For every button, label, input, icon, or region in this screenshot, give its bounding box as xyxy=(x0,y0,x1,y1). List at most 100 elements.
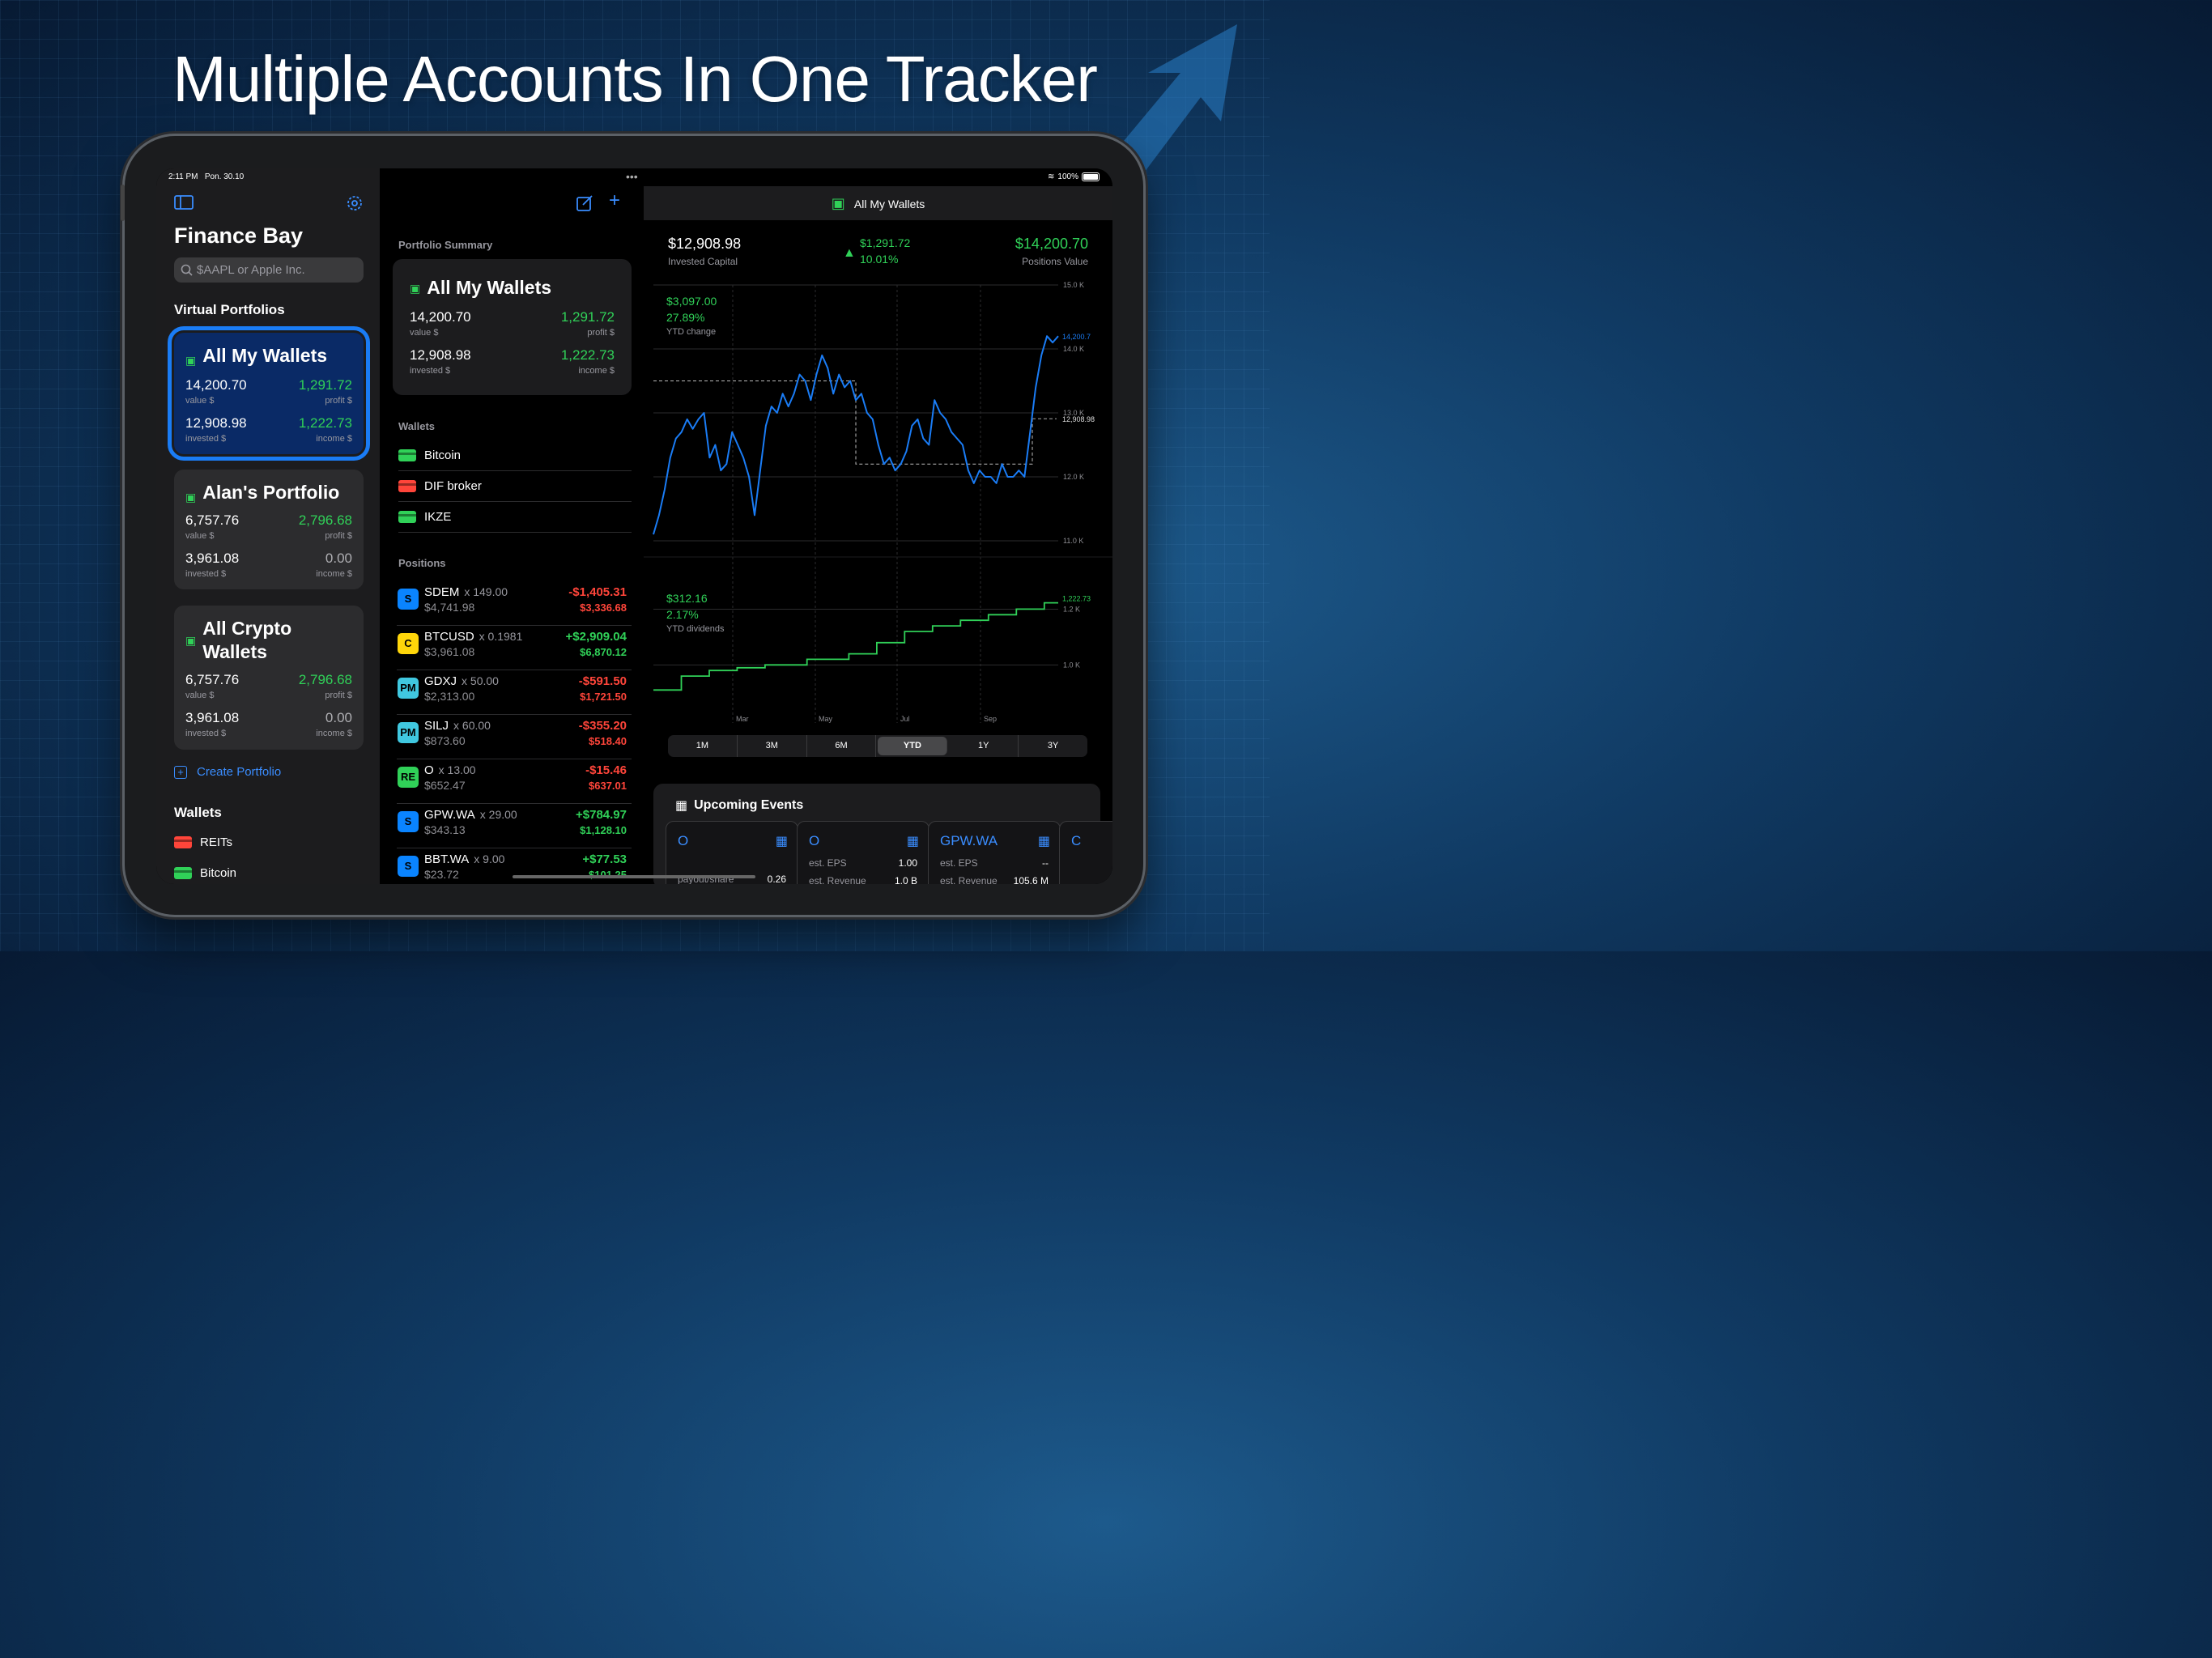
total-profit: $1,291.72 xyxy=(860,236,911,249)
portfolio-income-label: income $ xyxy=(316,434,352,444)
ipad-frame: 2:11 PM Pon. 30.10 ••• ≋ 100% Finance Ba… xyxy=(121,136,1143,915)
position-row-silj[interactable]: PM SILJ x 60.00 $873.60 -$355.20 $518.40 xyxy=(397,715,632,759)
portfolio-value: 6,757.76 xyxy=(185,672,240,687)
positions-value: $14,200.70 xyxy=(1015,236,1088,252)
search-input[interactable]: $AAPL or Apple Inc. xyxy=(174,257,364,283)
credit-card-icon xyxy=(398,480,416,492)
calendar-add-icon[interactable]: ▦ xyxy=(776,833,788,849)
create-portfolio-button[interactable]: + Create Portfolio xyxy=(174,765,281,779)
wallet-row-dif-broker[interactable]: DIF broker xyxy=(398,471,632,502)
x-tick-label: Sep xyxy=(984,715,997,723)
portfolio-name: ▣ All My Wallets xyxy=(185,344,327,372)
position-symbol: SILJ x 60.00 xyxy=(424,719,491,733)
portfolio-summary-card[interactable]: ▣ All My Wallets 14,200.70 value $ 1,291.… xyxy=(393,259,632,395)
position-amount: $23.72 xyxy=(424,868,459,881)
portfolio-name: ▣ Alan's Portfolio xyxy=(185,481,339,509)
search-icon xyxy=(181,264,193,276)
position-amount: $343.13 xyxy=(424,823,466,836)
asset-type-badge: S xyxy=(398,856,419,877)
position-row-btcusd[interactable]: C BTCUSD x 0.1981 $3,961.08 +$2,909.04 $6,870… xyxy=(397,626,632,670)
position-row-o[interactable]: RE Ox 13.00 $652.47 -$15.46 $637.01 xyxy=(397,759,632,804)
screen: 2:11 PM Pon. 30.10 ••• ≋ 100% Finance Ba… xyxy=(156,168,1112,884)
portfolio-value-label: value $ xyxy=(185,691,215,700)
asset-type-badge: PM xyxy=(398,678,419,699)
position-amount: $2,313.00 xyxy=(424,690,475,703)
portfolio-card-all-my-wallets[interactable]: ▣ All My Wallets 14,200.70 value $ 1,291.… xyxy=(168,326,370,461)
multitask-dots[interactable]: ••• xyxy=(626,170,638,183)
position-change: +$77.53 xyxy=(582,852,627,866)
credit-card-icon xyxy=(398,449,416,461)
calendar-add-icon[interactable]: ▦ xyxy=(907,833,919,849)
event-card[interactable]: GPW.WA ▦ est. EPS -- est. Revenue 105.6 M xyxy=(928,821,1061,884)
position-row-bbtwa[interactable]: SBBT.WAx 9.00$23.72+$77.53$101.25 xyxy=(397,848,632,884)
period-button-ytd[interactable]: YTD xyxy=(878,737,948,755)
positions-value-label: Positions Value xyxy=(1022,256,1088,267)
portfolio-value-label: value $ xyxy=(185,531,215,541)
summary-profit-label: profit $ xyxy=(587,328,615,338)
x-tick-label: Jul xyxy=(900,715,910,723)
position-value: $637.01 xyxy=(589,780,627,792)
wallets-title: Wallets xyxy=(398,420,436,432)
portfolio-invested: 3,961.08 xyxy=(185,710,240,725)
x-tick-label: May xyxy=(819,715,833,723)
portfolio-invested-label: invested $ xyxy=(185,434,227,444)
section-title-wallets: Wallets xyxy=(174,805,222,820)
portfolio-value-label: value $ xyxy=(185,396,215,406)
period-button-3m[interactable]: 3M xyxy=(738,735,807,757)
headline: Multiple Accounts In One Tracker xyxy=(172,43,1098,115)
event-card[interactable]: C xyxy=(1059,821,1112,884)
event-card[interactable]: O ▦ est. EPS 1.00 est. Revenue 1.0 B xyxy=(797,821,929,884)
portfolio-card-all-crypto-wallets[interactable]: ▣ All Crypto Wallets 6,757.76 value $ 2,79… xyxy=(174,606,364,750)
sidebar-wallet-bitcoin[interactable]: Bitcoin xyxy=(174,866,236,880)
battery-icon xyxy=(1082,172,1100,181)
dividends-line xyxy=(653,602,1058,691)
position-symbol: GPW.WA x 29.00 xyxy=(424,808,517,822)
performance-chart[interactable]: 15.0 K14.0 K13.0 K12.0 K11.0 KMar May Jul S… xyxy=(644,274,1112,727)
calendar-add-icon[interactable]: ▦ xyxy=(1038,833,1050,849)
edit-icon[interactable] xyxy=(576,194,593,212)
sidebar-wallet-reits[interactable]: REITs xyxy=(174,835,232,849)
position-row-gdxj[interactable]: PM GDXJ x 50.00 $2,313.00 -$591.50 $1,721.50 xyxy=(397,670,632,715)
portfolio-income: 1,222.73 xyxy=(298,415,352,431)
summary-profit: 1,291.72 xyxy=(560,309,615,325)
detail-header: ▣ All My Wallets xyxy=(644,186,1112,220)
add-icon[interactable]: + xyxy=(609,189,620,212)
battery-percent: 100% xyxy=(1057,172,1078,181)
period-button-1m[interactable]: 1M xyxy=(668,735,738,757)
wallet-row-ikze[interactable]: IKZE xyxy=(398,502,632,533)
x-tick-label: Mar xyxy=(736,715,749,723)
portfolio-invested-label: invested $ xyxy=(185,569,227,579)
position-row-gpwwa[interactable]: S GPW.WA x 29.00 $343.13 +$784.97 $1,128.10 xyxy=(397,804,632,848)
position-change: +$2,909.04 xyxy=(565,630,627,644)
event-symbol: C xyxy=(1071,833,1082,848)
calendar-icon: ▦ xyxy=(675,799,688,813)
search-placeholder: $AAPL or Apple Inc. xyxy=(197,263,305,277)
event-row: est. EPS 1.00 xyxy=(809,857,917,869)
gear-icon[interactable] xyxy=(346,194,364,212)
reference-label: 12,908.98 xyxy=(1062,415,1095,423)
y-tick-label: 14.0 K xyxy=(1063,345,1084,353)
position-symbol: BTCUSD x 0.1981 xyxy=(424,630,523,644)
position-symbol: SDEM x 149.00 xyxy=(424,585,508,599)
period-button-1y[interactable]: 1Y xyxy=(949,735,1019,757)
summary-invested: 12,908.98 xyxy=(410,347,471,363)
portfolio-income: 0.00 xyxy=(325,710,352,725)
position-row-sdem[interactable]: S SDEM x 149.00 $4,741.98 -$1,405.31 $3,336.6… xyxy=(397,581,632,626)
sidebar-toggle-icon[interactable] xyxy=(174,194,194,210)
wallet-row-bitcoin[interactable]: Bitcoin xyxy=(398,440,632,471)
position-amount: $4,741.98 xyxy=(424,601,475,614)
event-symbol: O xyxy=(809,833,820,848)
status-right: ≋ 100% xyxy=(1048,172,1100,181)
status-time: 2:11 PM Pon. 30.10 xyxy=(168,172,245,181)
period-button-3y[interactable]: 3Y xyxy=(1019,735,1087,757)
invested-capital: $12,908.98 xyxy=(668,236,742,252)
range-indicator xyxy=(653,380,1033,465)
asset-type-badge: C xyxy=(398,633,419,654)
credit-card-icon xyxy=(174,836,192,848)
position-amount: $652.47 xyxy=(424,779,466,792)
position-value: $6,870.12 xyxy=(580,646,627,658)
home-indicator[interactable] xyxy=(513,875,755,878)
period-button-6m[interactable]: 6M xyxy=(807,735,877,757)
portfolio-value: 14,200.70 xyxy=(185,377,247,393)
portfolio-card-alans-portfolio[interactable]: ▣ Alan's Portfolio 6,757.76 value $ 2,796… xyxy=(174,470,364,589)
